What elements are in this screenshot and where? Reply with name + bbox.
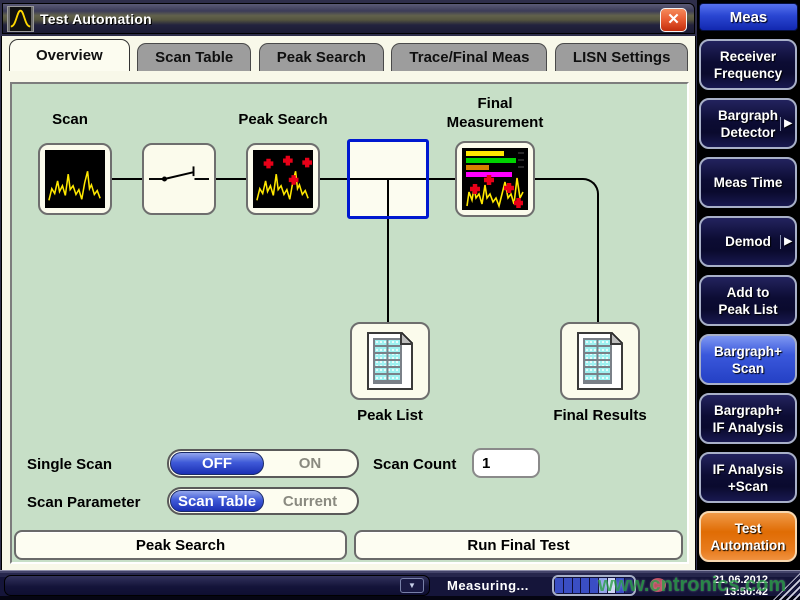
final-measurement-screen — [462, 148, 528, 210]
final-measurement-node-icon[interactable] — [455, 141, 535, 217]
run-final-test-button[interactable]: Run Final Test — [354, 530, 683, 560]
peak-list-icon[interactable] — [350, 322, 430, 400]
measuring-status-text: Measuring... — [447, 578, 529, 593]
softkey-add-to-peak-list[interactable]: Add to Peak List — [699, 275, 797, 326]
junction-vline — [387, 179, 389, 216]
final-measurement-graphic — [462, 148, 528, 210]
scan-parameter-current-option[interactable]: Current — [264, 490, 356, 512]
display-dropdown-icon[interactable]: ▼ — [400, 578, 424, 593]
status-bar: ▼ Measuring... 21.06.2012 13:50:42 — [0, 570, 800, 600]
peak-search-node-label: Peak Search — [223, 110, 343, 129]
tab-overview[interactable]: Overview — [9, 39, 130, 71]
tab-peak-search[interactable]: Peak Search — [259, 43, 384, 71]
junction-node-selected[interactable] — [347, 139, 429, 219]
page-fold — [400, 332, 413, 345]
tab-lisn-settings[interactable]: LISN Settings — [555, 43, 689, 71]
tab-bar: Overview Scan Table Peak Search Trace/Fi… — [9, 39, 691, 71]
switch-symbol — [149, 150, 209, 208]
softkey-bargraph-scan[interactable]: Bargraph+ Scan — [699, 334, 797, 385]
scan-parameter-label: Scan Parameter — [27, 494, 140, 511]
softkey-label: Bargraph Detector — [718, 107, 778, 141]
scan-trace-screen — [45, 150, 105, 208]
scan-count-label: Scan Count — [373, 456, 456, 473]
single-scan-off-option[interactable]: OFF — [170, 452, 264, 475]
peak-search-screen — [253, 150, 313, 208]
single-scan-on-option[interactable]: ON — [264, 452, 356, 475]
date-time-display: 21.06.2012 13:50:42 — [698, 574, 768, 598]
peak-search-button[interactable]: Peak Search — [14, 530, 347, 560]
close-icon[interactable]: ✕ — [660, 8, 687, 32]
softkey-test-automation[interactable]: Test Automation — [699, 511, 797, 562]
time-value: 13:50:42 — [698, 586, 768, 598]
scan-node-icon[interactable] — [38, 143, 112, 215]
final-measurement-node-label: Final Measurement — [435, 94, 555, 132]
document-page — [367, 332, 413, 390]
table-grid — [373, 338, 402, 384]
window-body: Overview Scan Table Peak Search Trace/Fi… — [1, 36, 696, 570]
single-scan-label: Single Scan — [27, 456, 112, 473]
test-automation-window: Test Automation ✕ Overview Scan Table Pe… — [0, 0, 697, 570]
softkey-demod[interactable]: Demod ▶ — [699, 216, 797, 267]
page-fold — [610, 332, 623, 345]
scan-parameter-toggle: Scan Table Current — [167, 487, 359, 515]
submenu-arrow-icon: ▶ — [780, 117, 792, 131]
window-titlebar: Test Automation ✕ — [2, 3, 695, 34]
scan-count-input[interactable] — [472, 448, 540, 478]
scan-node-label: Scan — [30, 110, 110, 129]
flow-line-to-final-results — [597, 201, 599, 323]
document-page — [577, 332, 623, 390]
final-results-icon[interactable] — [560, 322, 640, 400]
scan-parameter-scan-table-option[interactable]: Scan Table — [170, 490, 264, 512]
resize-grip[interactable] — [773, 573, 800, 600]
peak-list-node-label: Peak List — [310, 406, 470, 425]
submenu-arrow-icon: ▶ — [780, 235, 792, 249]
softkey-receiver-frequency[interactable]: Receiver Frequency — [699, 39, 797, 90]
softkey-bargraph-detector[interactable]: Bargraph Detector ▶ — [699, 98, 797, 149]
flow-line-corner — [575, 178, 599, 202]
switch-node-icon[interactable] — [142, 143, 216, 215]
peak-search-node-icon[interactable] — [246, 143, 320, 215]
softkey-meas-time[interactable]: Meas Time — [699, 157, 797, 208]
overview-panel: Scan Peak Search Final Measurement Peak … — [10, 82, 689, 564]
instrument-screen: Test Automation ✕ Overview Scan Table Pe… — [0, 0, 800, 600]
tab-scan-table[interactable]: Scan Table — [137, 43, 251, 71]
scan-trace — [45, 150, 105, 208]
spectrum-peak-icon — [7, 6, 34, 32]
softkey-bargraph-if-analysis[interactable]: Bargraph+ IF Analysis — [699, 393, 797, 444]
measuring-progress-bar — [552, 575, 636, 596]
flow-line-to-peak-list — [387, 214, 389, 323]
softkey-menu-title: Meas — [699, 3, 798, 31]
peak-search-trace — [253, 150, 313, 208]
single-scan-toggle: OFF ON — [167, 449, 359, 478]
window-title: Test Automation — [40, 11, 152, 27]
status-left-panel: ▼ — [4, 575, 430, 596]
date-value: 21.06.2012 — [698, 574, 768, 586]
tab-trace-final-meas[interactable]: Trace/Final Meas — [391, 43, 547, 71]
table-grid — [583, 338, 612, 384]
final-results-node-label: Final Results — [520, 406, 680, 425]
softkey-if-analysis-scan[interactable]: IF Analysis +Scan — [699, 452, 797, 503]
softkey-sidebar: Meas Receiver Frequency Bargraph Detecto… — [697, 0, 800, 570]
softkey-label: Demod — [725, 233, 771, 250]
